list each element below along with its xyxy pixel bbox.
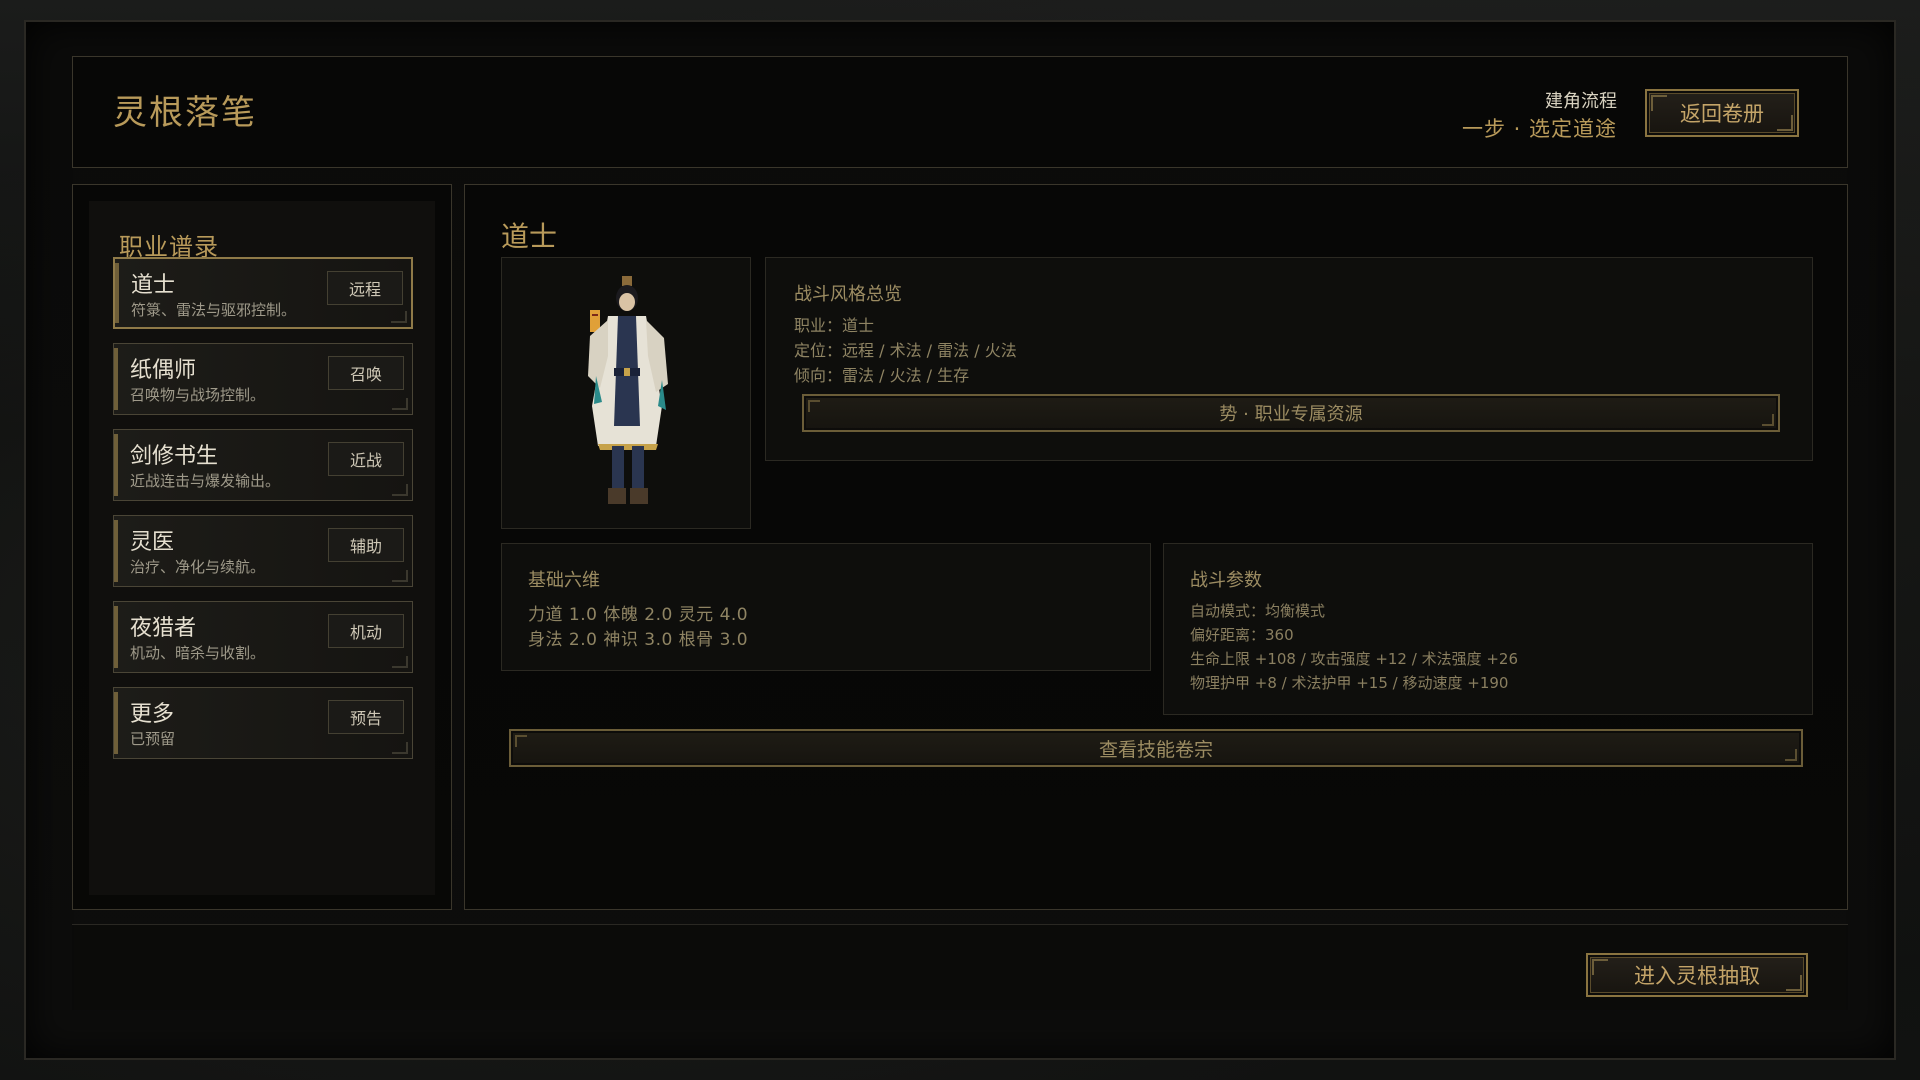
class-name: 剑修书生 (130, 444, 219, 469)
class-card-more[interactable]: 更多 已预留 预告 (113, 687, 413, 759)
stats-heading: 基础六维 (528, 570, 600, 591)
stats-line-1: 力道 1.0 体魄 2.0 灵元 4.0 (528, 605, 749, 625)
class-detail-panel: 道士 战斗风格总览 职业：道士 定位：远程 / 术法 / 雷法 / 火法 倾向：… (464, 184, 1848, 910)
return-button[interactable]: 返回卷册 (1645, 89, 1799, 137)
flow-label: 建角流程 (1545, 91, 1617, 112)
class-sidebar: 职业谱录 道士 符箓、雷法与驱邪控制。 远程 纸偶师 召唤物与战场控制。 召唤 … (72, 184, 452, 910)
class-name: 夜猎者 (130, 616, 197, 641)
class-tag: 预告 (328, 700, 404, 734)
class-card-jianxiu[interactable]: 剑修书生 近战连击与爆发输出。 近战 (113, 429, 413, 501)
corner-ornament-icon (392, 398, 408, 410)
class-name: 纸偶师 (130, 358, 197, 383)
class-card-yelie[interactable]: 夜猎者 机动、暗杀与收割。 机动 (113, 601, 413, 673)
class-card-daoshi[interactable]: 道士 符箓、雷法与驱邪控制。 远程 (113, 257, 413, 329)
class-name: 更多 (130, 702, 175, 727)
combat-params-box: 战斗参数 自动模式：均衡模式 偏好距离：360 生命上限 +108 / 攻击强度… (1163, 543, 1813, 715)
class-title: 道士 (501, 220, 558, 253)
flow-step: 一步 · 选定道途 (1461, 117, 1617, 141)
class-name: 道士 (131, 273, 176, 298)
character-portrait (501, 257, 751, 529)
class-tag: 辅助 (328, 528, 404, 562)
overview-profession: 职业：道士 (794, 316, 875, 335)
corner-ornament-icon (392, 484, 408, 496)
params-heading: 战斗参数 (1190, 570, 1262, 591)
overview-role: 定位：远程 / 术法 / 雷法 / 火法 (794, 341, 1017, 360)
params-line-4: 物理护甲 +8 / 术法护甲 +15 / 移动速度 +190 (1190, 674, 1509, 692)
class-name: 灵医 (130, 530, 175, 555)
class-desc: 治疗、净化与续航。 (130, 558, 266, 576)
class-desc: 机动、暗杀与收割。 (130, 644, 266, 662)
corner-ornament-icon (392, 570, 408, 582)
params-pref-range: 偏好距离：360 (1190, 626, 1294, 644)
params-line-3: 生命上限 +108 / 攻击强度 +12 / 术法强度 +26 (1190, 650, 1518, 668)
corner-ornament-icon (391, 311, 407, 323)
params-auto-mode: 自动模式：均衡模式 (1190, 602, 1326, 620)
class-tag: 机动 (328, 614, 404, 648)
corner-ornament-icon (392, 742, 408, 754)
resource-bar: 势 · 职业专属资源 (802, 394, 1780, 432)
overview-tendency: 倾向：雷法 / 火法 / 生存 (794, 366, 970, 385)
class-card-zhiou[interactable]: 纸偶师 召唤物与战场控制。 召唤 (113, 343, 413, 415)
enter-draw-button[interactable]: 进入灵根抽取 (1586, 953, 1808, 997)
class-desc: 召唤物与战场控制。 (130, 386, 266, 404)
class-desc: 已预留 (130, 730, 176, 748)
class-tag: 近战 (328, 442, 404, 476)
class-tag: 召唤 (328, 356, 404, 390)
page-title: 灵根落笔 (113, 93, 257, 133)
stats-line-2: 身法 2.0 神识 3.0 根骨 3.0 (528, 630, 749, 650)
class-card-lingyi[interactable]: 灵医 治疗、净化与续航。 辅助 (113, 515, 413, 587)
class-tag: 远程 (327, 271, 403, 305)
class-desc: 符箓、雷法与驱邪控制。 (131, 301, 297, 319)
class-desc: 近战连击与爆发输出。 (130, 472, 281, 490)
footer-bar: 进入灵根抽取 (72, 924, 1848, 1010)
base-stats-box: 基础六维 力道 1.0 体魄 2.0 灵元 4.0 身法 2.0 神识 3.0 … (501, 543, 1151, 671)
overview-heading: 战斗风格总览 (794, 284, 902, 305)
daoshi-figure-icon (588, 276, 668, 504)
view-skills-button[interactable]: 查看技能卷宗 (509, 729, 1803, 767)
combat-overview-box: 战斗风格总览 职业：道士 定位：远程 / 术法 / 雷法 / 火法 倾向：雷法 … (765, 257, 1813, 461)
corner-ornament-icon (392, 656, 408, 668)
header-panel: 灵根落笔 建角流程 一步 · 选定道途 返回卷册 (72, 56, 1848, 168)
